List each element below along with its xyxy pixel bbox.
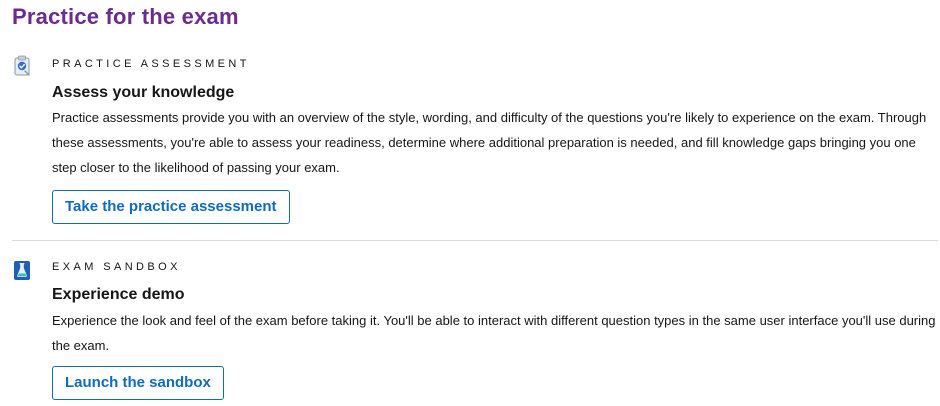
exam-sandbox-eyebrow: EXAM SANDBOX — [52, 261, 181, 273]
practice-assessment-description: Practice assessments provide you with an… — [52, 110, 927, 175]
exam-sandbox-description: Experience the look and feel of the exam… — [52, 313, 936, 353]
section-divider — [12, 240, 938, 241]
launch-sandbox-button[interactable]: Launch the sandbox — [52, 366, 224, 400]
flask-icon — [12, 258, 32, 282]
practice-assessment-eyebrow: PRACTICE ASSESSMENT — [52, 58, 250, 70]
practice-assessment-title: Assess your knowledge — [52, 84, 235, 101]
exam-sandbox-title: Experience demo — [52, 286, 185, 303]
page-title: Practice for the exam — [12, 4, 239, 29]
take-practice-assessment-button[interactable]: Take the practice assessment — [52, 190, 290, 224]
clipboard-checklist-icon — [12, 54, 32, 78]
